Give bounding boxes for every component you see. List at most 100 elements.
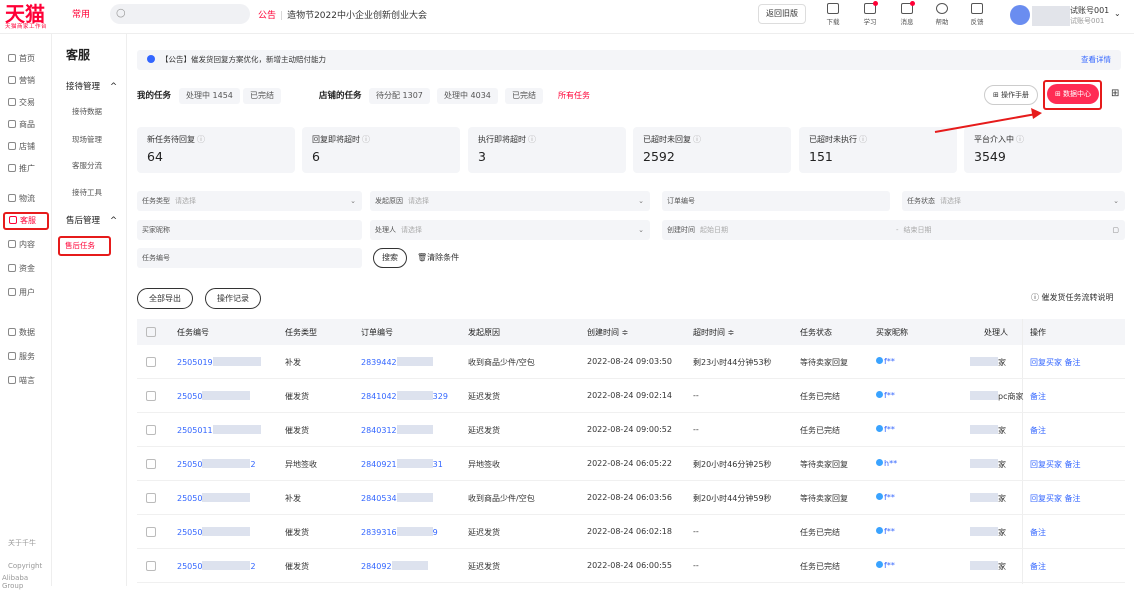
order-id-link[interactable]: 2839316 9 xyxy=(361,527,438,537)
section-reception[interactable]: 接待管理 ^ xyxy=(66,80,117,92)
manual-button[interactable]: ⊞ 操作手册 xyxy=(984,85,1038,105)
reply-buyer-link[interactable]: 回复买家 xyxy=(1030,494,1062,503)
remark-link[interactable]: 备注 xyxy=(1030,426,1046,435)
order-id-link[interactable]: 2840312 xyxy=(361,425,433,435)
nav-promotion[interactable]: 推广 xyxy=(4,160,50,178)
return-old-version-button[interactable]: 返回旧版 xyxy=(758,4,806,24)
order-id-link[interactable]: 2840534 xyxy=(361,493,433,503)
row-checkbox[interactable] xyxy=(146,493,156,503)
task-id-link[interactable]: 25050 xyxy=(177,391,251,401)
task-id-link[interactable]: 25050 2 xyxy=(177,459,256,469)
created-date-range[interactable]: 创建时间 起始日期 - 结束日期 ▢ xyxy=(662,220,1125,240)
order-no-input[interactable]: 订单编号 xyxy=(662,191,890,211)
view-details-link[interactable]: 查看详情 xyxy=(1081,50,1111,70)
nav-funds[interactable]: 资金 xyxy=(4,260,50,278)
order-id-link[interactable]: 2839442 xyxy=(361,357,433,367)
sub-item-cs-routing[interactable]: 客服分流 xyxy=(72,160,102,171)
grid-icon[interactable]: ⊞ xyxy=(1111,88,1119,99)
sub-item-reception-data[interactable]: 接待数据 xyxy=(72,106,102,117)
nav-content[interactable]: 内容 xyxy=(4,236,50,254)
nav-data[interactable]: 数据 xyxy=(4,324,50,342)
search-button[interactable]: 搜索 xyxy=(373,248,407,268)
remark-link[interactable]: 备注 xyxy=(1065,358,1081,367)
stat-card[interactable]: 已超时未执行 ⓘ 151 xyxy=(799,127,957,173)
buyer-nick[interactable]: h** xyxy=(876,459,897,468)
order-id-link[interactable]: 284092 xyxy=(361,561,428,571)
help-button[interactable]: 帮助 xyxy=(927,3,957,26)
operation-log-button[interactable]: 操作记录 xyxy=(205,288,261,309)
study-button[interactable]: 学习 xyxy=(855,1,885,26)
task-id-link[interactable]: 25050 xyxy=(177,493,251,503)
download-button[interactable]: 下载 xyxy=(818,3,848,26)
remark-link[interactable]: 备注 xyxy=(1030,562,1046,571)
nav-goods[interactable]: 商品 xyxy=(4,116,50,134)
buyer-nick[interactable]: f** xyxy=(876,391,895,400)
nav-customer-service[interactable]: 客服 xyxy=(3,212,49,230)
buyer-nick[interactable]: f** xyxy=(876,493,895,502)
common-menu[interactable]: 常用 xyxy=(72,7,90,20)
nav-users[interactable]: 用户 xyxy=(4,284,50,302)
select-all-checkbox[interactable] xyxy=(146,327,156,337)
reply-buyer-link[interactable]: 回复买家 xyxy=(1030,358,1062,367)
row-checkbox[interactable] xyxy=(146,459,156,469)
clear-filters-button[interactable]: 🗑清除条件 xyxy=(417,248,459,268)
row-checkbox[interactable] xyxy=(146,391,156,401)
tmall-logo[interactable]: 天猫 天猫商家工作台 xyxy=(5,4,60,32)
sub-item-reception-tools[interactable]: 接待工具 xyxy=(72,187,102,198)
reply-buyer-link[interactable]: 回复买家 xyxy=(1030,460,1062,469)
top-notice[interactable]: 公告 | 造物节2022中小企业创新创业大会 xyxy=(258,8,427,21)
order-id-link[interactable]: 2840921 31 xyxy=(361,459,443,469)
stat-card[interactable]: 平台介入中 ⓘ 3549 xyxy=(964,127,1122,173)
stat-card[interactable]: 已超时未回复 ⓘ 2592 xyxy=(633,127,791,173)
sort-timeout[interactable]: 超时时间 ≑ xyxy=(693,327,734,338)
nav-marketing[interactable]: 营销 xyxy=(4,72,50,90)
row-checkbox[interactable] xyxy=(146,561,156,571)
remark-link[interactable]: 备注 xyxy=(1030,528,1046,537)
status-select[interactable]: 任务状态 请选择 ⌄ xyxy=(902,191,1125,211)
task-no-input[interactable]: 任务编号 xyxy=(137,248,362,268)
handler-select[interactable]: 处理人 请选择 ⌄ xyxy=(370,220,650,240)
about-link[interactable]: 关于千牛 xyxy=(8,538,36,548)
row-checkbox[interactable] xyxy=(146,425,156,435)
message-button[interactable]: 消息 xyxy=(892,1,922,26)
flow-help-link[interactable]: ⓘ 催发货任务流转说明 xyxy=(1031,292,1114,303)
data-center-button[interactable]: ⊞ 数据中心 xyxy=(1047,84,1099,104)
nav-service[interactable]: 服务 xyxy=(4,348,50,366)
task-id-link[interactable]: 2505011 xyxy=(177,425,261,435)
stat-card[interactable]: 回复即将超时 ⓘ 6 xyxy=(302,127,460,173)
tab-store-processing[interactable]: 处理中 4034 xyxy=(437,88,498,104)
nav-miaoyan[interactable]: 喵言 xyxy=(4,372,50,390)
user-menu[interactable]: 试账号001 试账号001 ⌄ xyxy=(1010,4,1130,28)
tab-my-done[interactable]: 已完结 xyxy=(243,88,281,104)
tab-all-tasks[interactable]: 所有任务 xyxy=(551,88,597,104)
buyer-nick[interactable]: f** xyxy=(876,425,895,434)
stat-card[interactable]: 新任务待回复 ⓘ 64 xyxy=(137,127,295,173)
tab-my-processing[interactable]: 处理中 1454 xyxy=(179,88,240,104)
nav-trade[interactable]: 交易 xyxy=(4,94,50,112)
stat-card[interactable]: 执行即将超时 ⓘ 3 xyxy=(468,127,626,173)
row-checkbox[interactable] xyxy=(146,527,156,537)
sub-item-site-management[interactable]: 现场管理 xyxy=(72,134,102,145)
buyer-nick[interactable]: f** xyxy=(876,561,895,570)
tab-store-done[interactable]: 已完结 xyxy=(505,88,543,104)
sort-created[interactable]: 创建时间 ≑ xyxy=(587,327,628,338)
section-after-sales[interactable]: 售后管理 ^ xyxy=(66,214,117,226)
tab-store-pending[interactable]: 待分配 1307 xyxy=(369,88,430,104)
remark-link[interactable]: 备注 xyxy=(1030,392,1046,401)
export-all-button[interactable]: 全部导出 xyxy=(137,288,193,309)
sub-item-after-sales-tasks[interactable]: 售后任务 xyxy=(58,236,111,256)
buyer-nick[interactable]: f** xyxy=(876,527,895,536)
task-type-select[interactable]: 任务类型 请选择 ⌄ xyxy=(137,191,362,211)
remark-link[interactable]: 备注 xyxy=(1065,494,1081,503)
feedback-button[interactable]: 反馈 xyxy=(962,3,992,26)
buyer-input[interactable]: 买家昵称 xyxy=(137,220,362,240)
order-id-link[interactable]: 2841042 329 xyxy=(361,391,448,401)
remark-link[interactable]: 备注 xyxy=(1065,460,1081,469)
reason-select[interactable]: 发起原因 请选择 ⌄ xyxy=(370,191,650,211)
task-id-link[interactable]: 25050 xyxy=(177,527,251,537)
nav-logistics[interactable]: 物流 xyxy=(4,190,50,208)
task-id-link[interactable]: 25050 2 xyxy=(177,561,256,571)
task-id-link[interactable]: 2505019 xyxy=(177,357,261,367)
nav-shop[interactable]: 店铺 xyxy=(4,138,50,156)
buyer-nick[interactable]: f** xyxy=(876,357,895,366)
